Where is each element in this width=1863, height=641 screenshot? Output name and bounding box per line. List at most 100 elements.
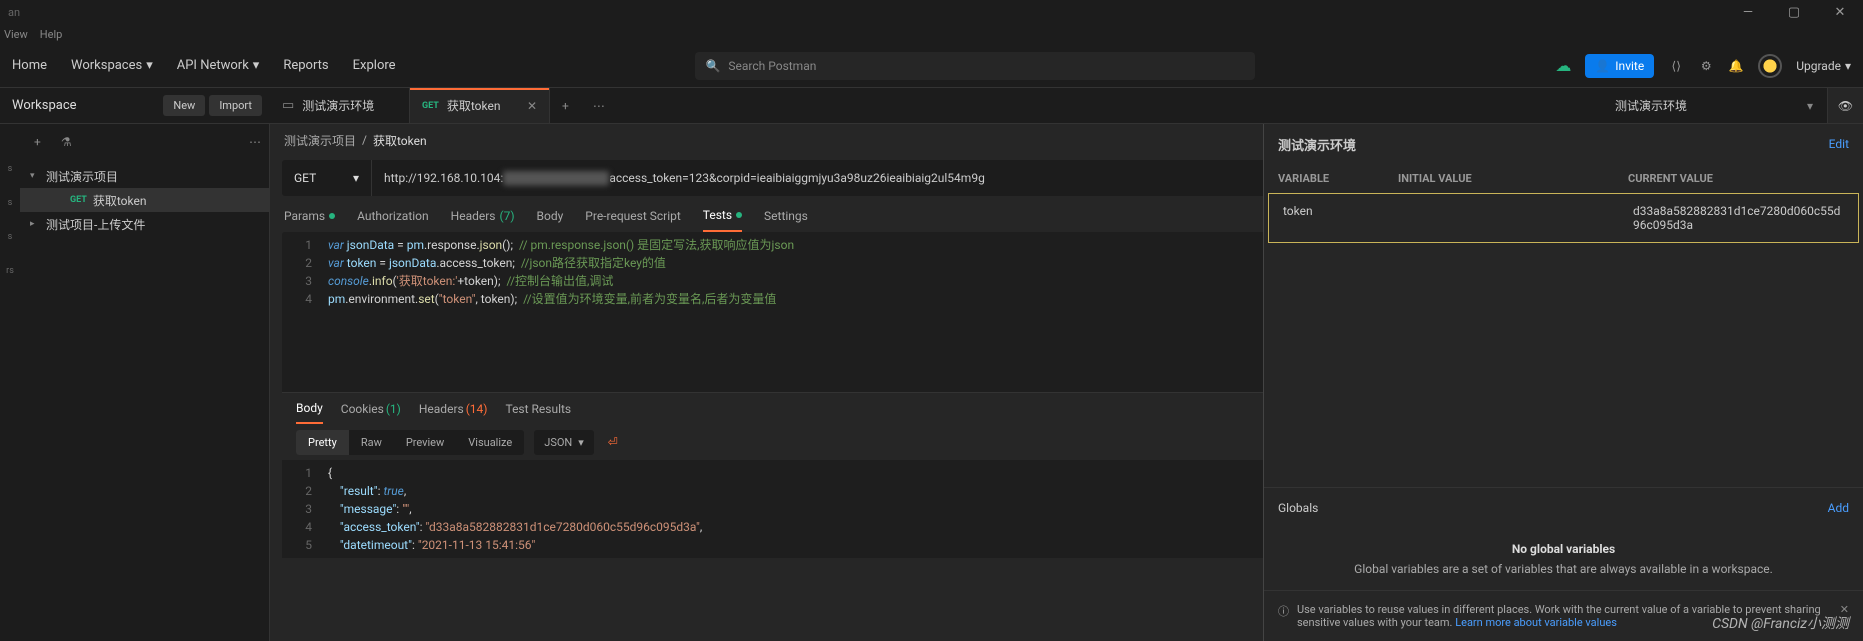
- search-input[interactable]: 🔍 Search Postman: [695, 52, 1255, 80]
- resp-tab-body[interactable]: Body: [296, 393, 323, 424]
- chevron-down-icon: ▾: [578, 436, 584, 449]
- chevron-right-icon: ▸: [30, 219, 40, 229]
- top-nav: Home Workspaces▾ API Network▾ Reports Ex…: [0, 44, 1863, 88]
- nav-explore[interactable]: Explore: [353, 58, 396, 73]
- tab-prerequest[interactable]: Pre-request Script: [585, 200, 680, 232]
- resp-tab-headers[interactable]: Headers(14): [419, 393, 488, 424]
- view-raw[interactable]: Raw: [349, 430, 394, 455]
- tab-env[interactable]: ▭ 测试演示环境: [270, 88, 410, 123]
- collection-item[interactable]: ▾ 测试演示项目: [20, 164, 269, 188]
- chevron-down-icon: ▾: [30, 171, 40, 181]
- upgrade-button[interactable]: Upgrade▾: [1796, 59, 1851, 73]
- sync-icon[interactable]: ☁: [1555, 56, 1571, 75]
- settings-icon[interactable]: ⚙: [1698, 58, 1714, 74]
- resp-tab-tests[interactable]: Test Results: [505, 393, 571, 424]
- tab-authorization[interactable]: Authorization: [357, 200, 429, 232]
- chevron-down-icon: ▾: [353, 171, 359, 185]
- view-preview[interactable]: Preview: [394, 430, 456, 455]
- wrap-lines-icon[interactable]: ⏎: [602, 429, 624, 455]
- method-label: GET: [294, 171, 316, 185]
- dot-indicator-icon: [329, 213, 335, 219]
- add-global-button[interactable]: Add: [1828, 501, 1849, 515]
- add-collection-icon[interactable]: +: [28, 131, 47, 153]
- more-icon[interactable]: ⋯: [249, 135, 261, 149]
- collection-label: 测试演示项目: [46, 168, 118, 185]
- menu-help[interactable]: Help: [40, 28, 63, 41]
- var-name: token: [1283, 204, 1403, 232]
- maximize-button[interactable]: ▢: [1771, 0, 1817, 24]
- env-variable-row[interactable]: token d33a8a582882831d1ce7280d060c55d96c…: [1268, 193, 1859, 243]
- eye-icon: 👁: [1838, 99, 1853, 113]
- col-initial: INITIAL VALUE: [1398, 172, 1628, 185]
- tab-settings[interactable]: Settings: [764, 200, 808, 232]
- method-badge: GET: [422, 101, 439, 111]
- resp-header-count: (14): [466, 402, 488, 416]
- resp-tab-cookies[interactable]: Cookies(1): [341, 393, 401, 424]
- env-selector-label: 测试演示环境: [1615, 97, 1687, 114]
- view-visualize[interactable]: Visualize: [456, 430, 524, 455]
- nav-api-network[interactable]: API Network▾: [177, 58, 260, 73]
- request-item[interactable]: GET 获取token: [20, 188, 269, 212]
- chevron-down-icon: ▾: [146, 58, 153, 73]
- collections-icon[interactable]: s: [8, 164, 13, 174]
- breadcrumb-request: 获取token: [373, 132, 427, 149]
- add-tab-button[interactable]: +: [550, 88, 581, 123]
- header-count: (7): [500, 209, 515, 223]
- globals-title: Globals: [1278, 501, 1318, 515]
- capture-icon[interactable]: ⟨⟩: [1668, 58, 1684, 74]
- cookie-count: (1): [386, 402, 401, 416]
- tab-overflow-icon[interactable]: ⋯: [581, 88, 617, 123]
- nav-reports[interactable]: Reports: [283, 58, 328, 73]
- learn-more-link[interactable]: Learn more about variable values: [1455, 616, 1617, 629]
- menu-view[interactable]: View: [4, 28, 28, 41]
- info-icon: ⓘ: [1278, 603, 1289, 619]
- chevron-down-icon: ▾: [253, 58, 260, 73]
- mock-icon[interactable]: rs: [6, 266, 14, 276]
- notifications-icon[interactable]: 🔔: [1728, 58, 1744, 74]
- breadcrumb-sep: /: [362, 133, 367, 147]
- breadcrumb-collection[interactable]: 测试演示项目: [284, 132, 356, 149]
- filter-icon[interactable]: ⚗: [55, 131, 78, 153]
- avatar[interactable]: [1758, 54, 1782, 78]
- request-label: 获取token: [93, 192, 147, 209]
- env-quicklook-button[interactable]: 👁: [1827, 88, 1863, 123]
- method-dropdown[interactable]: GET ▾: [282, 160, 372, 196]
- minimize-button[interactable]: —: [1725, 0, 1771, 24]
- sidebar: + ⚗ ⋯ ▾ 测试演示项目 GET 获取token ▸ 测试项目-上传文件: [20, 124, 270, 641]
- environment-icon: ▭: [282, 98, 294, 113]
- close-tab-icon[interactable]: ✕: [527, 99, 537, 113]
- apis-icon[interactable]: s: [8, 198, 13, 208]
- tab-body[interactable]: Body: [537, 200, 564, 232]
- var-initial: [1403, 204, 1633, 232]
- invite-button[interactable]: 👤Invite: [1585, 54, 1654, 78]
- edit-env-button[interactable]: Edit: [1829, 137, 1849, 151]
- tab-headers[interactable]: Headers (7): [451, 200, 515, 232]
- dot-indicator-icon: [736, 212, 742, 218]
- tab-request[interactable]: GET 获取token ✕: [410, 88, 550, 123]
- search-icon: 🔍: [705, 59, 720, 73]
- col-current: CURRENT VALUE: [1628, 172, 1849, 185]
- app-title: an: [8, 6, 20, 19]
- response-format-dropdown[interactable]: JSON▾: [534, 430, 594, 455]
- person-add-icon: 👤: [1595, 59, 1610, 73]
- workspace-label[interactable]: Workspace: [12, 98, 77, 113]
- close-window-button[interactable]: ✕: [1817, 0, 1863, 24]
- method-badge: GET: [70, 195, 87, 205]
- import-button[interactable]: Import: [209, 95, 262, 116]
- tab-tests[interactable]: Tests: [703, 200, 742, 232]
- environment-selector[interactable]: 测试演示环境 ▾: [1601, 88, 1827, 123]
- search-placeholder: Search Postman: [728, 59, 816, 73]
- new-button[interactable]: New: [163, 95, 205, 116]
- url-text: access_token=123&corpid=ieaibiaiggmjyu3a…: [609, 171, 985, 185]
- env-icon[interactable]: s: [8, 232, 13, 242]
- chevron-down-icon: ▾: [1807, 99, 1813, 113]
- tab-params[interactable]: Params: [284, 200, 335, 232]
- nav-workspaces[interactable]: Workspaces▾: [71, 58, 153, 73]
- col-variable: VARIABLE: [1278, 172, 1398, 185]
- url-text: http://192.168.10.104:: [384, 171, 503, 185]
- collection-item[interactable]: ▸ 测试项目-上传文件: [20, 212, 269, 236]
- view-pretty[interactable]: Pretty: [296, 430, 349, 455]
- nav-home[interactable]: Home: [12, 58, 47, 73]
- url-redacted: ████████████: [503, 171, 609, 185]
- collection-label: 测试项目-上传文件: [46, 216, 145, 233]
